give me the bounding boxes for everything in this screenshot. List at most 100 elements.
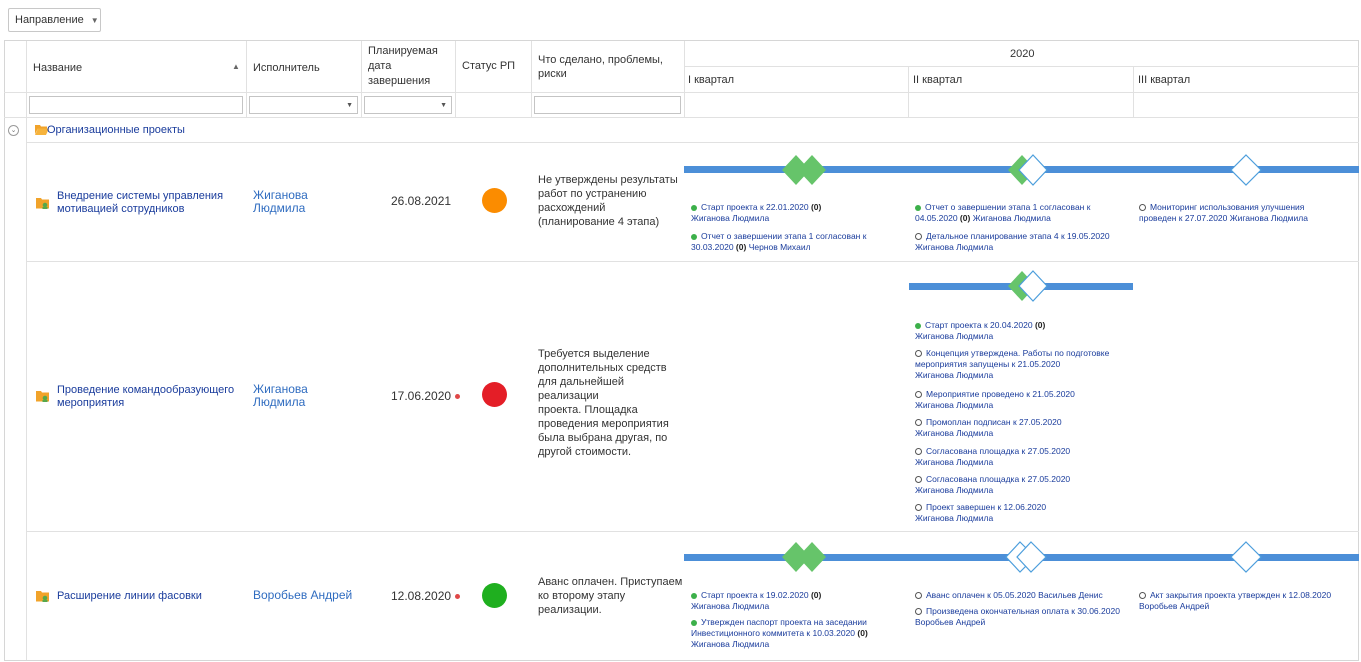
ms-count: (0) (959, 213, 971, 223)
header-status[interactable]: Статус РП (462, 60, 515, 72)
project-folder-icon (36, 591, 49, 602)
note-line: Аванс оплачен. Приступаем (538, 576, 683, 588)
milestone-item[interactable]: Согласована площадка к 27.05.2020 Жигано… (915, 474, 1130, 496)
milestone-item[interactable]: Старт проекта к 22.01.2020 (0) Жиганова … (691, 202, 906, 224)
ms-text: Мероприятие проведено к 21.05.2020 (926, 389, 1075, 399)
ms-count: (0) (1034, 320, 1046, 330)
milestone-item[interactable]: Произведена окончательная оплата к 30.06… (915, 606, 1130, 628)
note-line: расхождений (538, 202, 606, 214)
ms-text: Промоплан подписан к 27.05.2020 (926, 417, 1062, 427)
header-q2: II квартал (913, 74, 963, 86)
project-name[interactable]: Внедрение системы управления мотивацией … (57, 190, 223, 216)
project-folder-icon (36, 391, 49, 402)
project-executor[interactable]: Жиганова Людмила (253, 383, 308, 409)
done-dot-icon (691, 204, 697, 211)
milestone-pending-icon[interactable] (1230, 541, 1262, 573)
milestone-done-icon[interactable] (782, 541, 827, 573)
note-line: работ по устранению (538, 188, 647, 200)
col-sep (684, 41, 685, 118)
header-name[interactable]: Название (33, 62, 82, 74)
milestone-mixed-icon[interactable] (1008, 270, 1048, 302)
header-planned-date-2[interactable]: дата (368, 60, 391, 72)
project-name[interactable]: Проведение командообразующего мероприяти… (57, 384, 234, 410)
pending-dot-icon (915, 233, 922, 241)
pending-dot-icon (915, 608, 922, 616)
milestone-item[interactable]: Старт проекта к 19.02.2020 (0) Жиганова … (691, 590, 906, 612)
ms-count: (0) (857, 628, 868, 638)
status-indicator (482, 188, 507, 213)
ms-owner: Жиганова Людмила (915, 513, 994, 523)
milestone-pending-icon[interactable] (1230, 154, 1262, 186)
note-line: была выбрана другая, по (538, 432, 668, 444)
milestone-item[interactable]: Промоплан подписан к 27.05.2020 Жиганова… (915, 417, 1130, 439)
milestone-item[interactable]: Концепция утверждена. Работы по подготов… (915, 348, 1130, 381)
overdue-dot-icon (455, 394, 461, 400)
note-line: проекта. Площадка (538, 404, 638, 416)
milestone-item[interactable]: Старт проекта к 20.04.2020 (0) Жиганова … (915, 320, 1130, 342)
milestone-item[interactable]: Детальное планирование этапа 4 к 19.05.2… (915, 231, 1130, 253)
collapse-group-icon[interactable]: ⌄ (8, 125, 19, 136)
done-dot-icon (691, 619, 697, 626)
project-name-line: Расширение линии фасовки (57, 590, 202, 602)
header-year: 2020 (1010, 48, 1035, 60)
group-label[interactable]: Организационные проекты (47, 124, 185, 136)
filter-executor-select[interactable]: ▼ (249, 96, 358, 114)
executor-line: Людмила (253, 201, 306, 215)
note-line: реализации. (538, 604, 602, 616)
filter-date-select[interactable]: ▼ (364, 96, 452, 114)
milestone-item[interactable]: Мониторинг использования улучшения прове… (1139, 202, 1357, 224)
planned-date-text: 12.08.2020 (391, 589, 452, 603)
milestone-item[interactable]: Аванс оплачен к 05.05.2020 Васильев Дени… (915, 590, 1130, 601)
note-line: Не утверждены результаты (538, 174, 678, 186)
ms-owner: Жиганова Людмила (915, 242, 994, 252)
filter-name-input[interactable] (29, 96, 243, 114)
milestone-mixed-icon[interactable] (1008, 154, 1048, 186)
milestone-item[interactable]: Мероприятие проведено к 21.05.2020 Жиган… (915, 389, 1130, 411)
milestone-pending-icon[interactable] (1005, 541, 1047, 573)
row-sep (4, 92, 1359, 93)
ms-text: Акт закрытия проекта утвержден к 12.08.2… (1150, 590, 1332, 600)
filter-notes-input[interactable] (534, 96, 681, 114)
note-line: для дальнейшей реализации (538, 376, 624, 402)
ms-text: Старт проекта к 20.04.2020 (925, 320, 1033, 330)
milestone-item[interactable]: Отчет о завершении этапа 1 согласован к … (691, 231, 906, 253)
header-executor[interactable]: Исполнитель (253, 62, 320, 74)
row-sep (26, 261, 1359, 262)
planned-date: 12.08.2020 (391, 589, 461, 603)
milestone-item[interactable]: Отчет о завершении этапа 1 согласован к … (915, 202, 1130, 224)
milestone-item[interactable]: Акт закрытия проекта утвержден к 12.08.2… (1139, 590, 1357, 612)
executor-line: Воробьев Андрей (253, 588, 353, 602)
ms-owner: Жиганова Людмила (915, 428, 994, 438)
ms-text: Отчет о завершении этапа 1 согласован к (701, 231, 867, 241)
planned-date: 26.08.2021 (391, 194, 452, 208)
header-notes-1[interactable]: Что сделано, проблемы, (538, 54, 663, 66)
project-name-line: Проведение командообразующего (57, 384, 235, 396)
project-folder-icon (36, 198, 49, 209)
ms-owner: проведен к 27.07.2020 Жиганова Людмила (1139, 213, 1308, 223)
col-sep (361, 41, 362, 118)
project-name-line: Внедрение системы управления (57, 190, 224, 202)
ms-text: Старт проекта к 19.02.2020 (701, 590, 809, 600)
header-planned-date-3[interactable]: завершения (368, 75, 430, 87)
pending-dot-icon (915, 448, 922, 456)
milestone-done-icon[interactable] (782, 154, 827, 186)
project-executor[interactable]: Жиганова Людмила (253, 189, 308, 215)
planned-date-text: 17.06.2020 (391, 389, 452, 403)
header-notes-2[interactable]: риски (538, 68, 567, 80)
milestone-item[interactable]: Утвержден паспорт проекта на заседании И… (691, 617, 906, 650)
pending-dot-icon (915, 592, 922, 600)
row-sep (4, 117, 1359, 118)
milestone-item[interactable]: Согласована площадка к 27.05.2020 Жигано… (915, 446, 1130, 468)
milestone-item[interactable]: Проект завершен к 12.06.2020 Жиганова Лю… (915, 502, 1130, 524)
ms-text: Инвестиционного коммитета к 10.03.2020 (691, 628, 856, 638)
direction-filter-button[interactable]: Направление ▼ (8, 8, 101, 32)
done-dot-icon (915, 322, 921, 329)
project-name-line: мероприятия (57, 397, 125, 409)
project-name[interactable]: Расширение линии фасовки (57, 590, 202, 603)
header-planned-date-1[interactable]: Планируемая (368, 45, 438, 57)
sort-asc-icon[interactable]: ▲ (232, 62, 240, 71)
project-executor[interactable]: Воробьев Андрей (253, 589, 352, 602)
ms-text: Согласована площадка к 27.05.2020 (926, 446, 1071, 456)
pending-dot-icon (1139, 592, 1146, 600)
note-line: другой стоимости. (538, 446, 632, 458)
